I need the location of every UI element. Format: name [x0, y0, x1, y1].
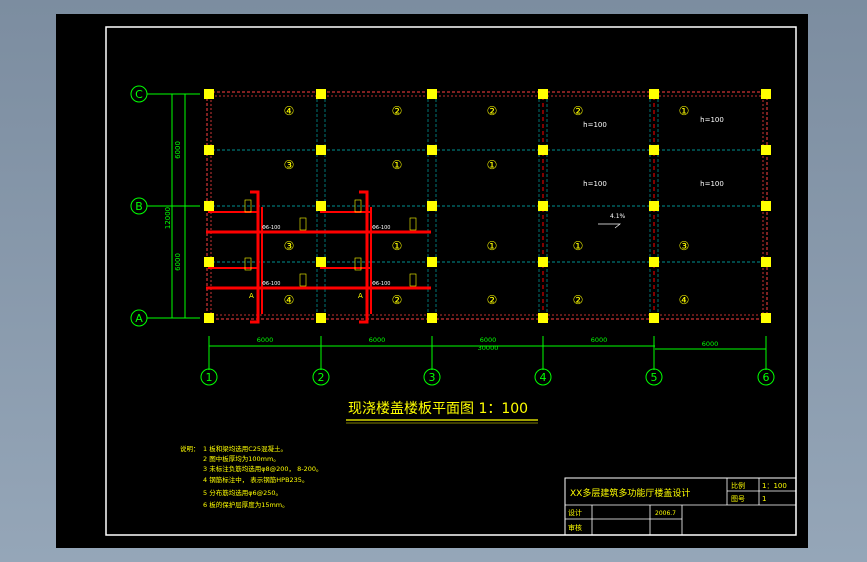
row-axis-label: B: [135, 200, 143, 213]
slab-type-mark: ①: [392, 158, 403, 172]
scale-value: 1：100: [762, 482, 787, 490]
slab-type-mark: ②: [487, 104, 498, 118]
row-dim-lower: 6000: [174, 253, 182, 271]
drawing-date: 2006.7: [655, 510, 676, 517]
column-axis-label: 1: [206, 371, 213, 384]
slab-type-mark: ②: [392, 104, 403, 118]
slab-type-mark: ②: [487, 293, 498, 307]
column: [204, 257, 214, 267]
column: [316, 313, 326, 323]
column: [761, 145, 771, 155]
column-axis-label: 5: [651, 371, 658, 384]
column: [649, 257, 659, 267]
column: [316, 201, 326, 211]
column-axis-label: 4: [540, 371, 547, 384]
column: [427, 145, 437, 155]
span-dimension: 6000: [369, 336, 386, 344]
note-line-3: 3 未标注负筋均选用φ8@200， 8-200。: [203, 464, 323, 473]
column: [649, 145, 659, 155]
slab-thickness-label: h=100: [700, 180, 724, 188]
column: [538, 89, 548, 99]
note-line-1: 1 板和梁均选用C25混凝土。: [203, 444, 287, 453]
slab-type-mark: ②: [573, 293, 584, 307]
total-dimension: 30000: [478, 344, 499, 352]
slab-type-mark: ①: [573, 239, 584, 253]
column-axis-label: 3: [429, 371, 436, 384]
row-dim-total: 12000: [164, 207, 172, 229]
column: [204, 89, 214, 99]
column: [316, 89, 326, 99]
column: [761, 201, 771, 211]
column: [538, 201, 548, 211]
slab-type-mark: ①: [487, 158, 498, 172]
sheet-value: 1: [762, 495, 766, 503]
column: [649, 313, 659, 323]
slab-type-mark: ③: [284, 239, 295, 253]
slab-type-mark: ④: [679, 293, 690, 307]
column: [204, 201, 214, 211]
row-axis-label: A: [135, 312, 143, 325]
scale-label: 比例: [731, 481, 745, 490]
note-line-2: 2 图中板厚均为100mm。: [203, 454, 280, 463]
column: [316, 257, 326, 267]
slope-label: 4.1%: [610, 213, 626, 220]
slab-type-mark: ①: [392, 239, 403, 253]
section-mark: A: [249, 292, 254, 300]
slab-type-mark: ②: [573, 104, 584, 118]
column: [538, 145, 548, 155]
column: [316, 145, 326, 155]
sheet-label: 图号: [731, 495, 745, 503]
slab-type-mark: ③: [679, 239, 690, 253]
column: [761, 313, 771, 323]
rebar-label: Φ6-100: [262, 281, 280, 287]
column: [649, 89, 659, 99]
slab-type-mark: ①: [679, 104, 690, 118]
rebar-label: Φ6-100: [262, 225, 280, 231]
section-mark: A: [358, 292, 363, 300]
slab-thickness-label: h=100: [583, 180, 607, 188]
column: [538, 257, 548, 267]
note-line-6: 6 板的保护层厚度为15mm。: [203, 500, 289, 509]
span-dimension: 6000: [257, 336, 274, 344]
span-dimension: 6000: [702, 340, 719, 348]
row-axis-label: C: [135, 88, 143, 101]
review-label: 审核: [568, 523, 582, 532]
slab-type-mark: ③: [284, 158, 295, 172]
slab-type-mark: ②: [392, 293, 403, 307]
column: [761, 257, 771, 267]
column: [761, 89, 771, 99]
slab-type-mark: ①: [487, 239, 498, 253]
note-line-5: 5 分布筋均选用φ6@250。: [203, 488, 282, 497]
column: [204, 145, 214, 155]
rebar-label: Φ6-100: [372, 225, 390, 231]
design-label: 设计: [568, 508, 582, 517]
slab-type-mark: ④: [284, 104, 295, 118]
note-line-4: 4 钢筋标注中， 表示钢筋HPB235。: [203, 475, 308, 484]
slab-thickness-label: h=100: [583, 121, 607, 129]
row-dim-upper: 6000: [174, 141, 182, 159]
rebar-label: Φ6-100: [372, 281, 390, 287]
drawing-title: 现浇楼盖楼板平面图 1：100: [348, 401, 528, 417]
slab-type-mark: ④: [284, 293, 295, 307]
column: [427, 257, 437, 267]
project-title: XX多层建筑多功能厅楼盖设计: [570, 487, 690, 499]
column: [427, 313, 437, 323]
span-dimension: 6000: [591, 336, 608, 344]
span-dimension: 6000: [480, 336, 497, 344]
column: [649, 201, 659, 211]
notes-heading: 说明：: [180, 444, 200, 453]
column-axis-label: 6: [763, 371, 770, 384]
column: [427, 89, 437, 99]
cad-drawing: ④ ② ② ② ① ③ ① ① ③ ① ① ① ③ ④ ② ② ② ④ h=100 h=100 h=100 h=100 4.…: [56, 14, 808, 548]
column: [427, 201, 437, 211]
column: [204, 313, 214, 323]
column: [538, 313, 548, 323]
slab-thickness-label: h=100: [700, 116, 724, 124]
column-axis-label: 2: [318, 371, 325, 384]
